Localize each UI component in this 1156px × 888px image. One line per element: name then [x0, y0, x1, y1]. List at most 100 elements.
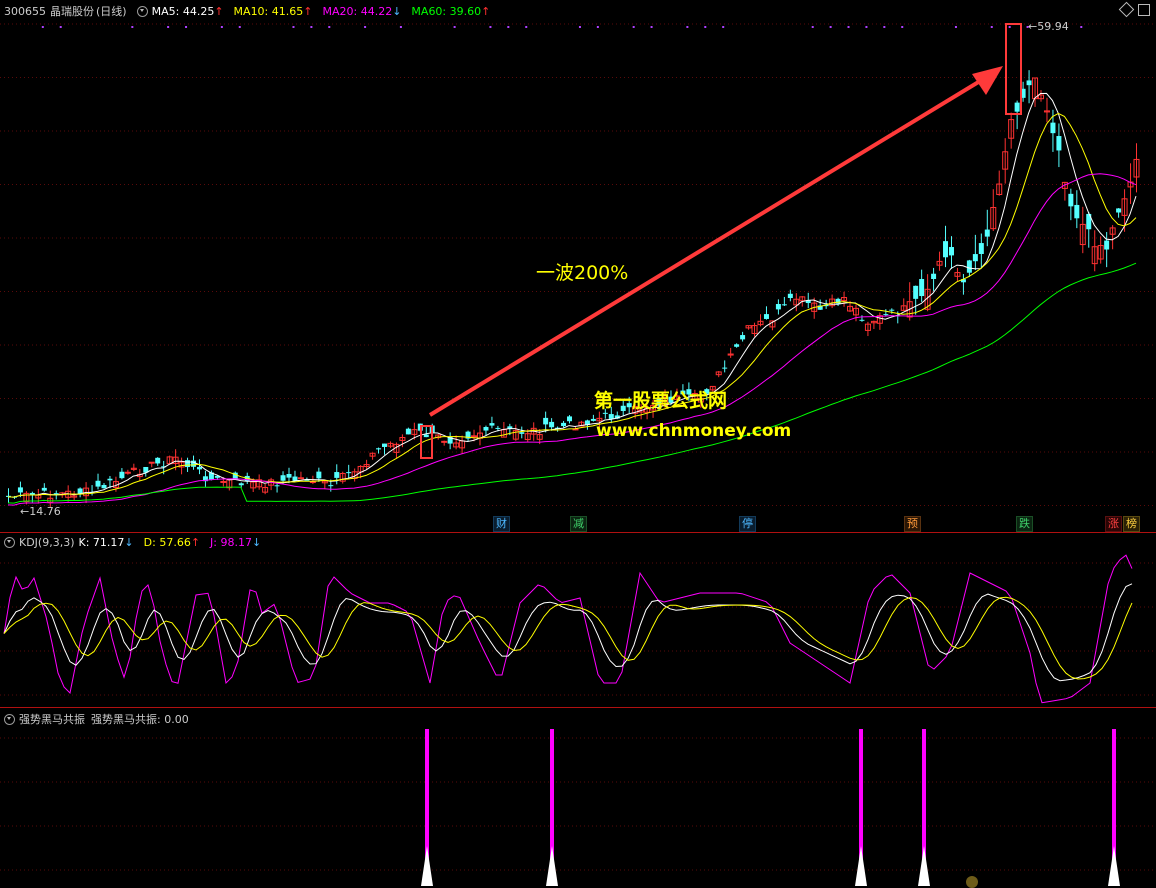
- kdj-k-line: [3, 583, 1133, 682]
- signal-dot: [453, 26, 456, 28]
- ma20-legend: MA20: 44.22↓: [322, 5, 401, 18]
- kdj-dropdown-icon[interactable]: [4, 537, 15, 548]
- candle-body-down: [567, 416, 573, 422]
- indicator-title: 强势黑马共振: [19, 713, 85, 726]
- kdj-k-legend: K: 71.17↓: [79, 536, 134, 549]
- ma20-line: [7, 173, 1137, 506]
- period-label: (日线): [96, 5, 127, 18]
- candle-body-down: [346, 472, 352, 474]
- candle-body-down: [1056, 136, 1062, 151]
- signal-dot: [185, 26, 188, 28]
- candle-body-down: [405, 428, 411, 435]
- stock-name: 晶瑞股份: [50, 5, 94, 18]
- event-tag-reduce[interactable]: 减: [570, 516, 587, 532]
- candlestick-panel[interactable]: 300655 晶瑞股份 (日线) MA5: 44.25↑ MA10: 41.65…: [0, 0, 1156, 533]
- kdj-k-down-arrow-icon: ↓: [124, 536, 134, 549]
- indicator-chart[interactable]: [0, 708, 1156, 886]
- candle-body-up: [124, 471, 131, 474]
- kdj-chart[interactable]: [0, 533, 1156, 707]
- maximize-icon[interactable]: [1138, 4, 1150, 16]
- ma5-legend: MA5: 44.25↑: [152, 5, 224, 18]
- ma10-value: 41.65: [271, 4, 304, 18]
- candle-body-down: [608, 414, 614, 419]
- event-tag-ranking[interactable]: 榜: [1123, 516, 1140, 532]
- candle-body-down: [1074, 204, 1080, 219]
- signal-dot: [686, 26, 689, 28]
- event-tag-rise[interactable]: 涨: [1105, 516, 1122, 532]
- legend-dropdown-icon[interactable]: [136, 5, 148, 17]
- ma10-label: MA10:: [233, 4, 269, 18]
- event-tag-drop[interactable]: 跌: [1016, 516, 1033, 532]
- indicator-legend: 强势黑马共振 强势黑马共振: 0.00: [4, 711, 189, 727]
- candle-body-down: [889, 309, 895, 311]
- signal-spike: [1108, 846, 1120, 886]
- signal-dot: [41, 26, 44, 28]
- candle-body-down: [919, 279, 925, 297]
- signal-spike: [855, 846, 867, 886]
- kdj-k-value: 71.17: [92, 536, 125, 549]
- kdj-j-value: 98.17: [220, 536, 253, 549]
- candle-body-down: [883, 314, 889, 316]
- candle-body-up: [297, 477, 304, 480]
- candle-body-down: [943, 241, 949, 258]
- main-legend: 300655 晶瑞股份 (日线) MA5: 44.25↑ MA10: 41.65…: [4, 3, 490, 19]
- signal-dot: [1080, 26, 1083, 28]
- candle-body-down: [543, 417, 549, 425]
- kdj-k-label: K:: [78, 536, 90, 549]
- signal-dot: [954, 26, 957, 28]
- signal-dot: [722, 26, 725, 28]
- kdj-j-legend: J: 98.17↓: [210, 536, 261, 549]
- signal-dot: [1008, 26, 1011, 28]
- candle-body-down: [734, 344, 740, 347]
- signal-spike: [546, 846, 558, 886]
- candle-body-down: [119, 471, 125, 479]
- candle-body-down: [328, 485, 334, 487]
- indicator-dropdown-icon[interactable]: [4, 713, 15, 725]
- kdj-j-down-arrow-icon: ↓: [252, 536, 262, 549]
- candle-body-down: [274, 485, 280, 487]
- event-tag-suspend[interactable]: 停: [739, 516, 756, 532]
- candle-body-down: [519, 432, 525, 434]
- candle-body-down: [1014, 102, 1020, 112]
- signal-dot: [328, 26, 331, 28]
- candle-body-down: [740, 335, 746, 340]
- ma5-line: [7, 92, 1137, 498]
- ma20-value: 44.22: [360, 4, 393, 18]
- event-tag-finance[interactable]: 财: [493, 516, 510, 532]
- candle-body-down: [376, 448, 382, 450]
- kdj-legend: KDJ(9,3,3) K: 71.17↓ D: 57.66↑ J: 98.17↓: [4, 536, 261, 549]
- trend-arrow-shaft: [428, 73, 992, 417]
- signal-dot: [131, 26, 134, 28]
- candle-body-down: [931, 273, 937, 280]
- high-price-marker: ←59.94: [1028, 20, 1069, 33]
- candle-body-down: [1050, 122, 1056, 134]
- signal-dot: [525, 26, 528, 28]
- candle-body-down: [978, 243, 984, 254]
- signal-dot: [901, 26, 904, 28]
- gain-annotation: 一波200%: [536, 262, 629, 284]
- indicator-panel[interactable]: 强势黑马共振 强势黑马共振: 0.00: [0, 708, 1156, 888]
- ma5-up-arrow-icon: ↑: [214, 4, 224, 18]
- candle-body-down: [495, 427, 501, 429]
- indicator-value-label: 强势黑马共振:: [91, 713, 161, 726]
- kdj-d-up-arrow-icon: ↑: [190, 536, 201, 549]
- signal-spike: [421, 846, 433, 886]
- event-tag-forecast[interactable]: 预: [904, 516, 921, 532]
- signal-dot: [310, 26, 313, 28]
- signal-dot: [990, 26, 993, 28]
- candle-body-down: [948, 247, 954, 256]
- signal-dot: [865, 26, 868, 28]
- ma60-label: MA60:: [411, 4, 447, 18]
- candle-body-up: [441, 440, 448, 443]
- watermark-logo-icon: [966, 876, 978, 888]
- ma60-up-arrow-icon: ↑: [481, 4, 491, 18]
- ma5-value: 44.25: [182, 4, 215, 18]
- candle-body-down: [561, 422, 567, 427]
- candle-body-down: [334, 472, 340, 478]
- candle-body-down: [549, 421, 555, 428]
- candle-body-down: [775, 304, 781, 310]
- ma10-line: [7, 112, 1137, 498]
- candle-body-down: [722, 367, 728, 369]
- kdj-panel[interactable]: KDJ(9,3,3) K: 71.17↓ D: 57.66↑ J: 98.17↓: [0, 533, 1156, 708]
- signal-spike: [918, 846, 930, 886]
